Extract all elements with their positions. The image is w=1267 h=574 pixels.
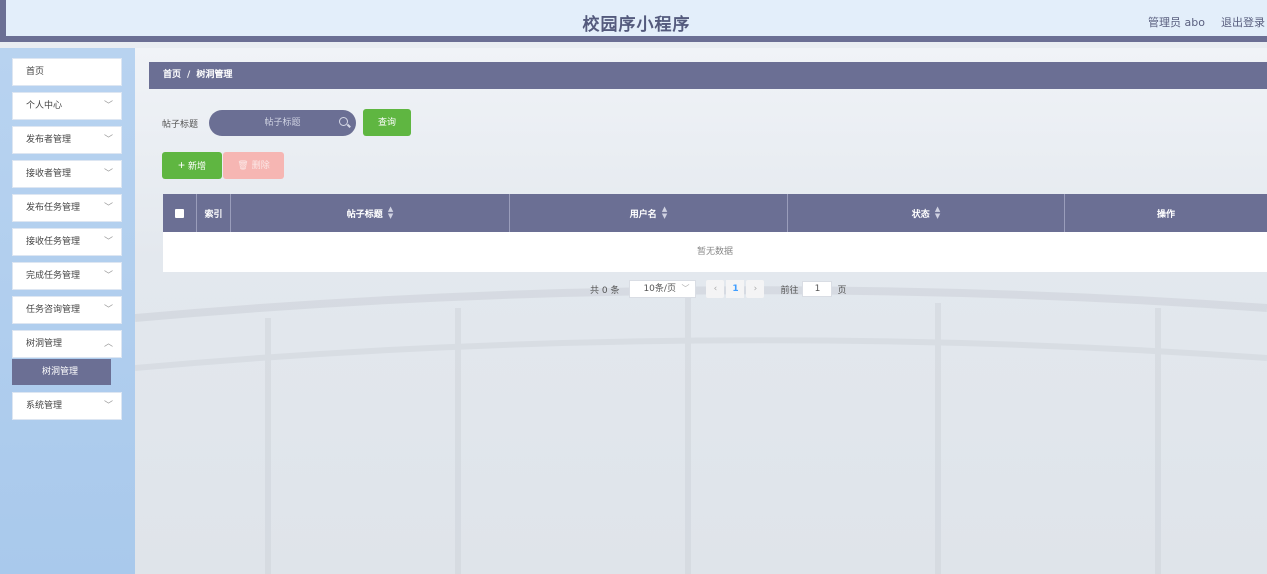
column-header-username[interactable]: 用户名 ▲ ▼ <box>510 194 788 232</box>
pagination-total: 共 0 条 <box>590 285 620 296</box>
chevron-up-icon: ︿ <box>103 339 113 349</box>
sidebar-item-label: 系统管理 <box>26 401 63 411</box>
add-button-label: 新增 <box>188 161 207 171</box>
chevron-down-icon: ﹀ <box>103 305 113 315</box>
sidebar-item-label: 首页 <box>26 67 45 77</box>
sidebar-item-label: 树洞管理 <box>26 339 63 349</box>
page-size-value: 10条/页 <box>643 284 676 294</box>
chevron-down-icon: ﹀ <box>103 169 113 179</box>
sidebar-item-system-management[interactable]: 系统管理 ﹀ <box>12 392 122 420</box>
top-header: 校园序小程序 管理员 abo 退出登录 <box>0 0 1267 42</box>
sidebar-item-complete-task-management[interactable]: 完成任务管理 ﹀ <box>12 262 122 290</box>
sidebar-item-publisher-management[interactable]: 发布者管理 ﹀ <box>12 126 122 154</box>
delete-button[interactable]: 🗑 删除 <box>223 152 284 179</box>
column-header-label: 帖子标题 <box>346 209 383 220</box>
sidebar-item-home[interactable]: 首页 <box>12 58 122 86</box>
chevron-down-icon: ﹀ <box>103 271 113 281</box>
column-header-title[interactable]: 帖子标题 ▲ ▼ <box>231 194 510 232</box>
chevron-down-icon: ﹀ <box>103 203 113 213</box>
sidebar-item-treehole-management[interactable]: 树洞管理 ︿ <box>12 330 122 358</box>
main-content: 首页 / 树洞管理 帖子标题 查询 +新增 🗑删除 索引 帖子标题 ▲▼ 用户名 ▲▼ … <box>135 48 1267 574</box>
app-title: 校园序小程序 <box>582 15 691 35</box>
sidebar-item-receive-task-management[interactable]: 接收任务管理 ﹀ <box>12 228 122 256</box>
query-button[interactable]: 查询 <box>363 109 411 136</box>
logout-link[interactable]: 退出登录 <box>1221 14 1265 30</box>
chevron-down-icon: ﹀ <box>103 401 113 411</box>
search-icon <box>339 117 348 126</box>
column-header-index: 索引 <box>197 194 231 232</box>
current-user-label: 管理员 abo <box>1148 16 1205 29</box>
sidebar-item-label: 任务咨询管理 <box>26 305 81 315</box>
sidebar-subitem-treehole-management[interactable]: 树洞管理 <box>12 359 111 385</box>
page-suffix-label: 页 <box>837 285 847 296</box>
select-all-cell <box>163 194 197 232</box>
data-table: 索引 帖子标题 ▲ ▼ 用户名 ▲ ▼ 状态 ▲ ▼ 操作 暂无数据 <box>163 194 1267 272</box>
search-field-label: 帖子标题 <box>162 120 199 130</box>
goto-page-input[interactable]: 1 <box>802 281 833 297</box>
breadcrumb-current: 树洞管理 <box>196 70 233 80</box>
column-header-actions: 操作 <box>1156 209 1175 220</box>
sidebar-item-label: 个人中心 <box>26 101 63 111</box>
delete-button-label: 删除 <box>251 160 270 170</box>
sidebar-item-label: 发布者管理 <box>26 135 72 145</box>
sidebar-item-personal-center[interactable]: 个人中心 ﹀ <box>12 92 122 120</box>
column-header-status[interactable]: 状态 ▲ ▼ <box>788 194 1065 232</box>
chevron-down-icon: ﹀ <box>103 101 113 111</box>
sidebar-item-label: 接收者管理 <box>26 169 72 179</box>
page-size-select[interactable]: 10条/页 ﹀ <box>629 280 697 298</box>
trash-icon: 🗑 <box>237 160 249 170</box>
goto-label: 前往 <box>780 285 799 296</box>
sort-icon[interactable]: ▲ ▼ <box>662 206 667 220</box>
sort-icon[interactable]: ▲ ▼ <box>388 206 393 220</box>
sort-icon[interactable]: ▲ ▼ <box>935 206 940 220</box>
background-decoration <box>135 286 1267 574</box>
table-header: 索引 帖子标题 ▲ ▼ 用户名 ▲ ▼ 状态 ▲ ▼ 操作 <box>163 194 1267 232</box>
prev-page-button[interactable]: ‹ <box>706 280 725 298</box>
table-empty-text: 暂无数据 <box>163 232 1267 272</box>
pagination: 共 0 条 10条/页 ﹀ ‹ 1 › 前往 1 页 <box>590 280 846 298</box>
chevron-down-icon: ﹀ <box>103 237 113 247</box>
sidebar-item-task-consult-management[interactable]: 任务咨询管理 ﹀ <box>12 296 122 324</box>
next-page-button[interactable]: › <box>746 280 765 298</box>
chevron-down-icon: ﹀ <box>681 284 690 293</box>
sidebar-item-receiver-management[interactable]: 接收者管理 ﹀ <box>12 160 122 188</box>
sidebar-item-publish-task-management[interactable]: 发布任务管理 ﹀ <box>12 194 122 222</box>
select-all-checkbox[interactable] <box>175 208 184 218</box>
sidebar-item-label: 发布任务管理 <box>26 203 81 213</box>
sidebar-item-label: 接收任务管理 <box>26 237 81 247</box>
plus-icon: + <box>177 158 185 172</box>
search-input[interactable] <box>209 110 356 136</box>
breadcrumb: 首页 / 树洞管理 <box>149 62 1267 89</box>
add-button[interactable]: + 新增 <box>162 152 222 179</box>
sidebar: 首页 个人中心 ﹀ 发布者管理 ﹀ 接收者管理 ﹀ 发布任务管理 ﹀ 接收任务管… <box>0 48 135 574</box>
sidebar-item-label: 完成任务管理 <box>26 271 81 281</box>
breadcrumb-separator: / <box>187 70 191 80</box>
chevron-down-icon: ﹀ <box>103 135 113 145</box>
page-number-button[interactable]: 1 <box>726 280 745 298</box>
header-user-area: 管理员 abo 退出登录 <box>1148 14 1265 30</box>
column-header-label: 用户名 <box>629 209 657 220</box>
column-header-label: 状态 <box>911 209 930 220</box>
breadcrumb-home[interactable]: 首页 <box>163 70 181 80</box>
